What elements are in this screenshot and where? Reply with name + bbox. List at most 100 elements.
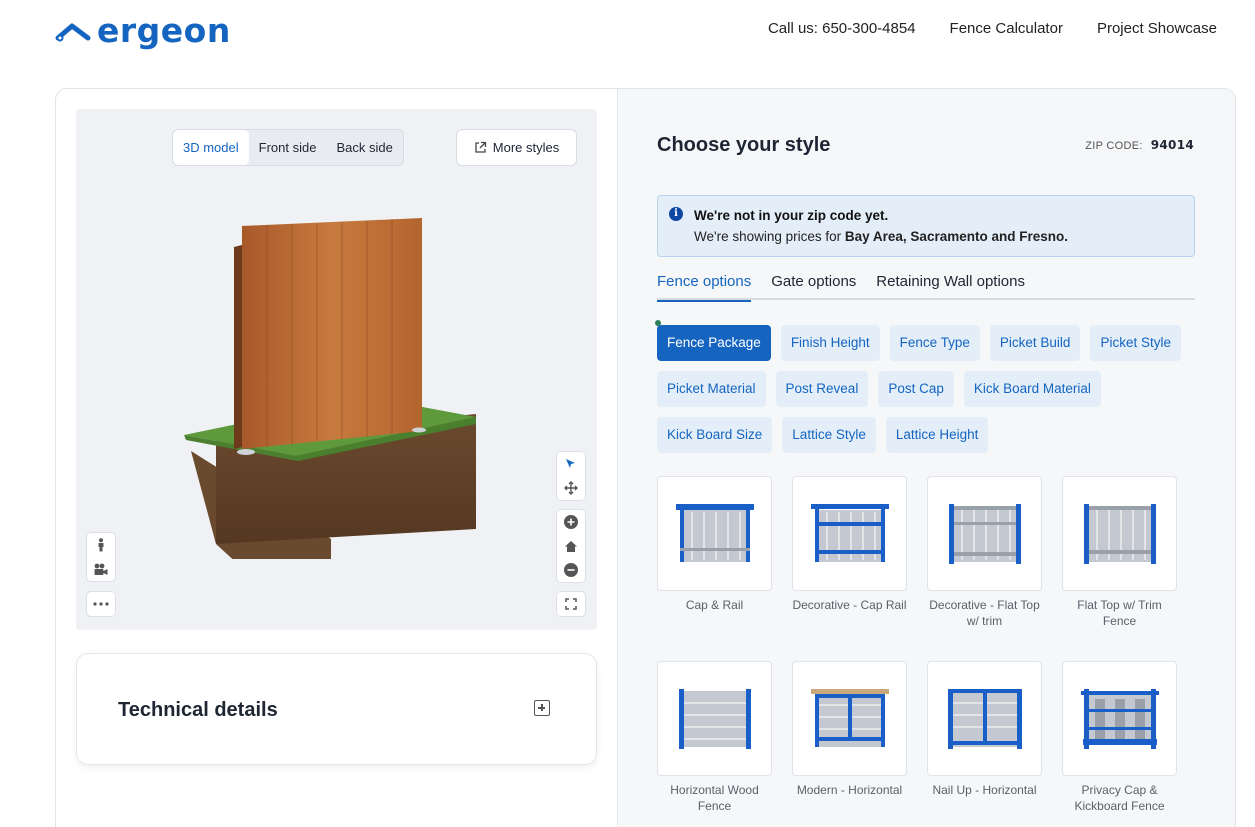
fullscreen-icon (565, 598, 577, 610)
style-card-image (792, 661, 907, 776)
tab-back-side[interactable]: Back side (326, 130, 402, 165)
alert-body-regions: Bay Area, Sacramento and Fresno. (844, 229, 1068, 244)
info-icon: i (669, 207, 683, 221)
home-icon (565, 540, 577, 552)
style-card-horizontal-wood[interactable]: Horizontal Wood Fence (657, 661, 772, 814)
camera-controls (86, 532, 116, 582)
chip-lattice-height[interactable]: Lattice Height (885, 417, 989, 453)
nail-up-horizontal-icon (947, 688, 1022, 749)
fence-3d-model (184, 218, 476, 559)
style-card-cap-rail[interactable]: Cap & Rail (657, 476, 772, 613)
alert-body: We're showing prices for Bay Area, Sacra… (694, 229, 1068, 244)
flat-top-trim-icon (1083, 503, 1156, 564)
home-view-button[interactable] (557, 534, 585, 558)
chip-finish-height[interactable]: Finish Height (780, 325, 880, 361)
decorative-cap-rail-icon (810, 503, 889, 562)
style-card-label: Nail Up - Horizontal (932, 783, 1037, 797)
style-card-label: Flat Top w/ Trim Fence (1077, 598, 1162, 628)
more-options-button[interactable] (87, 592, 115, 616)
style-card-label: Horizontal Wood Fence (670, 783, 759, 813)
modern-horizontal-icon (810, 688, 889, 747)
fullscreen-control (556, 591, 586, 617)
nav-call-us[interactable]: Call us: 650-300-4854 (768, 20, 916, 37)
style-card-decorative-flat-top[interactable]: Decorative - Flat Top w/ trim (927, 476, 1042, 629)
pointer-controls (556, 451, 586, 501)
style-card-image (1062, 661, 1177, 776)
chip-post-cap[interactable]: Post Cap (878, 371, 954, 407)
logo-text: ergeon (97, 11, 231, 50)
view-toggle: 3D model Front side Back side (172, 129, 404, 166)
chip-kick-board-size[interactable]: Kick Board Size (657, 417, 773, 453)
alert-body-prefix: We're showing prices for (694, 229, 845, 244)
more-controls (86, 591, 116, 617)
expand-plus-icon[interactable] (534, 700, 550, 716)
chip-lattice-style[interactable]: Lattice Style (782, 417, 876, 453)
style-card-label: Modern - Horizontal (796, 783, 903, 797)
zip-label: ZIP CODE: (1085, 140, 1143, 152)
style-card-label: Privacy Cap & Kickboard Fence (1074, 783, 1165, 813)
3d-viewer[interactable]: 3D model Front side Back side More style… (76, 109, 597, 630)
video-camera-icon (94, 563, 108, 575)
zoom-out-button[interactable] (557, 558, 585, 582)
pan-tool-button[interactable] (557, 476, 585, 500)
option-chips: Fence Package Finish Height Fence Type P… (655, 320, 1197, 453)
tab-fence-options[interactable]: Fence options (657, 273, 752, 302)
zip-code-display: ZIP CODE: 94014 (1085, 138, 1194, 152)
more-styles-button[interactable]: More styles (456, 129, 577, 166)
fullscreen-button[interactable] (557, 592, 585, 616)
page-title: Choose your style (657, 134, 831, 156)
style-card-image (927, 661, 1042, 776)
minus-circle-icon (564, 563, 578, 577)
zoom-in-button[interactable] (557, 510, 585, 534)
horizontal-wood-icon (678, 688, 751, 749)
zip-value: 94014 (1150, 138, 1194, 152)
style-card-image (792, 476, 907, 591)
style-card-privacy-cap-kickboard[interactable]: Privacy Cap & Kickboard Fence (1062, 661, 1177, 814)
technical-details-title: Technical details (118, 699, 278, 721)
person-view-button[interactable] (87, 533, 115, 557)
nav-fence-calculator[interactable]: Fence Calculator (950, 20, 1063, 37)
cap-rail-fence-icon (675, 503, 754, 562)
style-card-image (657, 476, 772, 591)
chip-picket-style[interactable]: Picket Style (1090, 325, 1181, 361)
privacy-cap-kickboard-icon (1080, 688, 1159, 749)
plus-circle-icon (564, 515, 578, 529)
decorative-flat-top-icon (948, 503, 1021, 564)
cursor-arrow-icon (566, 459, 575, 468)
tab-gate-options[interactable]: Gate options (771, 273, 856, 300)
preview-column: 3D model Front side Back side More style… (56, 89, 617, 827)
status-dot (655, 320, 661, 326)
style-card-label: Decorative - Flat Top w/ trim (929, 598, 1040, 628)
option-tabs: Fence options Gate options Retaining Wal… (657, 273, 1195, 302)
style-card-image (657, 661, 772, 776)
tab-3d-model[interactable]: 3D model (173, 130, 249, 165)
ergeon-logo[interactable]: ergeon (55, 14, 231, 47)
zoom-controls (556, 509, 586, 583)
technical-details-panel[interactable]: Technical details (76, 653, 597, 765)
chip-picket-build[interactable]: Picket Build (989, 325, 1081, 361)
tab-front-side[interactable]: Front side (249, 130, 327, 165)
chip-fence-type[interactable]: Fence Type (889, 325, 980, 361)
roof-logo-icon (55, 23, 91, 41)
nav-project-showcase[interactable]: Project Showcase (1097, 20, 1217, 37)
tab-retaining-wall-options[interactable]: Retaining Wall options (876, 273, 1025, 300)
style-card-flat-top-trim[interactable]: Flat Top w/ Trim Fence (1062, 476, 1177, 629)
zip-alert: i We're not in your zip code yet. We're … (657, 195, 1195, 257)
style-card-modern-horizontal[interactable]: Modern - Horizontal (792, 661, 907, 798)
chip-picket-material[interactable]: Picket Material (657, 371, 766, 407)
style-panel: Choose your style ZIP CODE: 94014 i We're… (617, 89, 1235, 827)
move-arrows-icon (564, 481, 578, 495)
style-card-nail-up-horizontal[interactable]: Nail Up - Horizontal (927, 661, 1042, 798)
chip-kick-board-material[interactable]: Kick Board Material (963, 371, 1101, 407)
style-card-image (927, 476, 1042, 591)
external-link-icon (475, 141, 486, 153)
style-card-decorative-cap-rail[interactable]: Decorative - Cap Rail (792, 476, 907, 613)
select-tool-button[interactable] (557, 452, 585, 476)
person-icon (98, 538, 104, 552)
chip-post-reveal[interactable]: Post Reveal (775, 371, 869, 407)
chip-label: Fence Package (667, 335, 761, 350)
chip-fence-package[interactable]: Fence Package (655, 320, 771, 361)
camera-view-button[interactable] (87, 557, 115, 581)
style-card-label: Cap & Rail (685, 598, 744, 612)
configurator-card: 3D model Front side Back side More style… (55, 88, 1236, 827)
